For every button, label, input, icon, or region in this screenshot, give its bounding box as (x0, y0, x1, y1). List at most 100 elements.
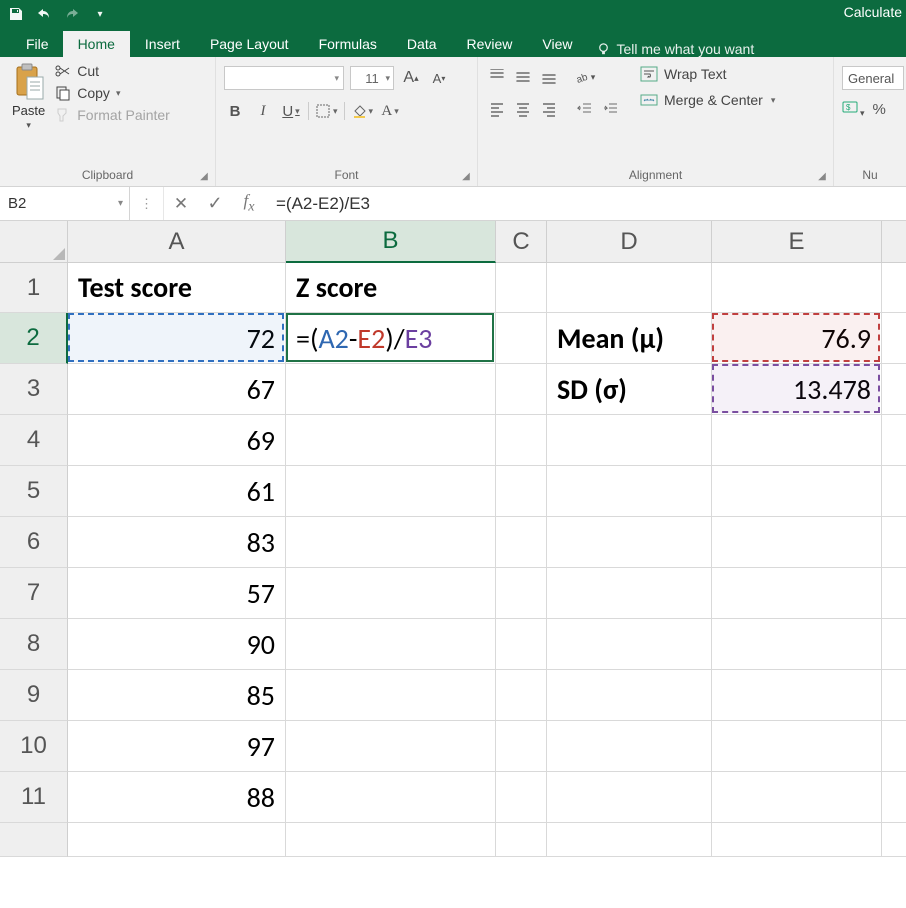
tab-insert[interactable]: Insert (130, 31, 195, 57)
cell-F9[interactable] (882, 670, 906, 721)
cell-F11[interactable] (882, 772, 906, 823)
cut-button[interactable]: Cut (55, 63, 170, 79)
col-header-B[interactable]: B (286, 221, 496, 263)
cell-C1[interactable] (496, 263, 547, 313)
cell-D4[interactable] (547, 415, 712, 466)
enter-formula-button[interactable]: ✓ (198, 187, 232, 220)
fill-color-button[interactable] (351, 100, 374, 122)
cancel-formula-button[interactable]: ✕ (164, 187, 198, 220)
decrease-indent-button[interactable] (574, 98, 596, 120)
col-header-next[interactable] (882, 221, 906, 263)
formula-input[interactable]: =(A2-E2)/E3 (266, 194, 906, 214)
cell-A2[interactable]: 72 (68, 313, 286, 364)
alignment-dialog-launcher[interactable]: ◢ (815, 169, 829, 183)
cell-B10[interactable] (286, 721, 496, 772)
cell-E9[interactable] (712, 670, 882, 721)
tell-me-search[interactable]: Tell me what you want (596, 41, 755, 57)
cell-C3[interactable] (496, 364, 547, 415)
cell-F7[interactable] (882, 568, 906, 619)
cell-F12[interactable] (882, 823, 906, 857)
row-header-7[interactable]: 7 (0, 568, 68, 619)
cell-B1[interactable]: Z score (286, 263, 496, 313)
cell-B5[interactable] (286, 466, 496, 517)
row-header-2[interactable]: 2 (0, 313, 68, 364)
cell-D5[interactable] (547, 466, 712, 517)
qat-customize-icon[interactable]: ▾ (92, 6, 108, 22)
merge-center-button[interactable]: Merge & Center ▾ (640, 92, 775, 108)
cell-A12[interactable] (68, 823, 286, 857)
row-header-1[interactable]: 1 (0, 263, 68, 313)
cell-C5[interactable] (496, 466, 547, 517)
cell-E10[interactable] (712, 721, 882, 772)
cell-B11[interactable] (286, 772, 496, 823)
col-header-E[interactable]: E (712, 221, 882, 263)
row-header-8[interactable]: 8 (0, 619, 68, 670)
font-dialog-launcher[interactable]: ◢ (459, 169, 473, 183)
cell-D10[interactable] (547, 721, 712, 772)
align-center-button[interactable] (512, 98, 534, 120)
cell-F8[interactable] (882, 619, 906, 670)
spreadsheet[interactable]: A B C D E 1 2 3 4 5 6 7 8 9 10 11 Test s… (0, 221, 906, 908)
cell-E12[interactable] (712, 823, 882, 857)
decrease-font-button[interactable]: A▾ (428, 67, 450, 89)
cell-F6[interactable] (882, 517, 906, 568)
cell-A8[interactable]: 90 (68, 619, 286, 670)
cell-A3[interactable]: 67 (68, 364, 286, 415)
paste-button[interactable]: Paste ▾ (8, 61, 49, 133)
cell-C10[interactable] (496, 721, 547, 772)
increase-indent-button[interactable] (600, 98, 622, 120)
row-header-9[interactable]: 9 (0, 670, 68, 721)
row-header-6[interactable]: 6 (0, 517, 68, 568)
history-button[interactable]: ⋮ (130, 187, 164, 220)
cell-E2[interactable]: 76.9 (712, 313, 882, 364)
row-header-10[interactable]: 10 (0, 721, 68, 772)
cell-D1[interactable] (547, 263, 712, 313)
align-bottom-button[interactable] (538, 66, 560, 88)
underline-button[interactable]: U (280, 100, 302, 122)
cell-B8[interactable] (286, 619, 496, 670)
cell-E11[interactable] (712, 772, 882, 823)
cell-C8[interactable] (496, 619, 547, 670)
cell-B9[interactable] (286, 670, 496, 721)
cell-D8[interactable] (547, 619, 712, 670)
cell-C4[interactable] (496, 415, 547, 466)
cell-D11[interactable] (547, 772, 712, 823)
align-middle-button[interactable] (512, 66, 534, 88)
bold-button[interactable]: B (224, 100, 246, 122)
cell-E6[interactable] (712, 517, 882, 568)
cell-C2[interactable] (496, 313, 547, 364)
cell-A7[interactable]: 57 (68, 568, 286, 619)
tab-data[interactable]: Data (392, 31, 452, 57)
cell-F1[interactable] (882, 263, 906, 313)
cell-A11[interactable]: 88 (68, 772, 286, 823)
cell-D6[interactable] (547, 517, 712, 568)
accounting-button[interactable]: $▾ (842, 100, 865, 119)
cell-B12[interactable] (286, 823, 496, 857)
cell-E4[interactable] (712, 415, 882, 466)
row-header-12[interactable] (0, 823, 68, 857)
cell-C7[interactable] (496, 568, 547, 619)
cell-F5[interactable] (882, 466, 906, 517)
cell-E5[interactable] (712, 466, 882, 517)
cell-F3[interactable] (882, 364, 906, 415)
cell-B6[interactable] (286, 517, 496, 568)
col-header-A[interactable]: A (68, 221, 286, 263)
cell-D9[interactable] (547, 670, 712, 721)
align-right-button[interactable] (538, 98, 560, 120)
row-header-11[interactable]: 11 (0, 772, 68, 823)
cell-D2[interactable]: Mean (μ) (547, 313, 712, 364)
orientation-button[interactable]: ab▾ (574, 66, 596, 88)
font-size-combo[interactable]: 11 (350, 66, 394, 90)
cell-F2[interactable] (882, 313, 906, 364)
tab-file[interactable]: File (12, 31, 63, 57)
cell-E1[interactable] (712, 263, 882, 313)
row-header-3[interactable]: 3 (0, 364, 68, 415)
col-header-D[interactable]: D (547, 221, 712, 263)
tab-home[interactable]: Home (63, 31, 130, 57)
row-header-4[interactable]: 4 (0, 415, 68, 466)
increase-font-button[interactable]: A▴ (400, 67, 422, 89)
tab-page-layout[interactable]: Page Layout (195, 31, 304, 57)
cell-C12[interactable] (496, 823, 547, 857)
cell-A10[interactable]: 97 (68, 721, 286, 772)
row-header-5[interactable]: 5 (0, 466, 68, 517)
